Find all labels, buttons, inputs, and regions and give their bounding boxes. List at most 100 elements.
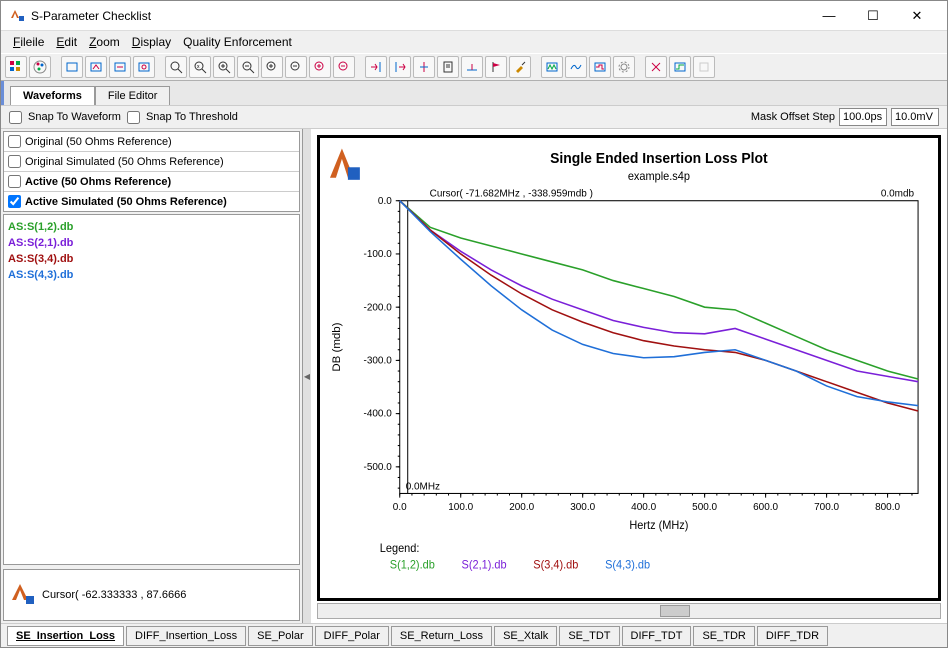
tool-brush-icon[interactable] [509,56,531,78]
tool-grid-icon[interactable] [5,56,27,78]
tool-zoom-in-icon[interactable] [213,56,235,78]
tool-step-icon[interactable] [669,56,691,78]
snap-threshold-label: Snap To Threshold [146,111,238,123]
tool-zoom-out2-icon[interactable] [285,56,307,78]
btab-se-xtalk[interactable]: SE_Xtalk [494,626,557,646]
svg-text:-100.0: -100.0 [364,249,393,260]
menu-edit-label: dit [64,35,77,49]
titlebar: S-Parameter Checklist — ☐ ✕ [1,1,947,31]
svg-text:Cursor( -71.682MHz , -338.959m: Cursor( -71.682MHz , -338.959mdb ) [430,188,593,199]
svg-text:DB (mdb): DB (mdb) [331,322,343,371]
splitter-handle[interactable]: ◀ [303,129,311,623]
app-icon [9,8,25,24]
menu-display-label: isplay [140,35,171,49]
ref-active-check[interactable] [8,175,21,188]
series-s12[interactable]: AS:S(1,2).db [8,219,295,235]
tool-flag-icon[interactable] [485,56,507,78]
mask-offset-label: Mask Offset Step [751,111,835,123]
ref-original-label: Original (50 Ohms Reference) [25,136,172,148]
ref-original-check[interactable] [8,135,21,148]
btab-diff-tdr[interactable]: DIFF_TDR [757,626,828,646]
mask-step-time[interactable] [839,108,887,126]
tool-arrow2-icon[interactable] [389,56,411,78]
svg-text:0.0: 0.0 [378,196,392,207]
btab-se-tdr[interactable]: SE_TDR [693,626,754,646]
btab-se-return-loss[interactable]: SE_Return_Loss [391,626,492,646]
ref-original[interactable]: Original (50 Ohms Reference) [4,132,299,152]
tool-anchor-icon[interactable] [461,56,483,78]
svg-text:100.0: 100.0 [448,502,473,513]
snap-threshold-checkbox[interactable] [127,111,140,124]
tool-blank-icon[interactable] [693,56,715,78]
tool-wave3-icon[interactable] [589,56,611,78]
tool-wave1-icon[interactable] [541,56,563,78]
snap-waveform-checkbox[interactable] [9,111,22,124]
btab-se-polar[interactable]: SE_Polar [248,626,312,646]
menu-edit[interactable]: Edit [50,33,83,51]
menu-display[interactable]: Display [126,33,177,51]
ref-original-sim[interactable]: Original Simulated (50 Ohms Reference) [4,152,299,172]
tool-wave2-icon[interactable] [565,56,587,78]
btab-se-insertion-loss[interactable]: SE_Insertion_Loss [7,626,124,646]
tool-pin1-icon[interactable] [413,56,435,78]
tool-zoom-in2-icon[interactable] [261,56,283,78]
ref-original-sim-check[interactable] [8,155,21,168]
tool-box3-icon[interactable] [109,56,131,78]
minimize-button[interactable]: — [807,2,851,30]
series-s43[interactable]: AS:S(4,3).db [8,267,295,283]
svg-text:S(3,4).db: S(3,4).db [533,560,578,572]
cursor-panel: Cursor( -62.333333 , 87.6666 [3,569,300,621]
ref-active[interactable]: Active (50 Ohms Reference) [4,172,299,192]
tool-box2-icon[interactable] [85,56,107,78]
menubar: Fileile Edit Zoom Display Quality Enforc… [1,31,947,53]
tool-gear-icon[interactable] [613,56,635,78]
ref-original-sim-label: Original Simulated (50 Ohms Reference) [25,156,224,168]
tab-file-editor[interactable]: File Editor [95,86,171,105]
series-s21[interactable]: AS:S(2,1).db [8,235,295,251]
svg-text:-500.0: -500.0 [364,462,393,473]
mask-step-volt[interactable] [891,108,939,126]
series-s34[interactable]: AS:S(3,4).db [8,251,295,267]
ref-active-sim-label: Active Simulated (50 Ohms Reference) [25,196,227,208]
ref-active-sim-check[interactable] [8,195,21,208]
btab-diff-insertion-loss[interactable]: DIFF_Insertion_Loss [126,626,246,646]
plot-canvas[interactable]: Single Ended Insertion Loss Plotexample.… [317,135,941,601]
btab-se-tdt[interactable]: SE_TDT [559,626,619,646]
maximize-button[interactable]: ☐ [851,2,895,30]
tool-arrow1-icon[interactable] [365,56,387,78]
close-button[interactable]: ✕ [895,2,939,30]
toolbar: x [1,53,947,81]
menu-zoom[interactable]: Zoom [83,33,126,51]
tool-zoom-in3-icon[interactable] [309,56,331,78]
plot-hscrollbar[interactable] [317,603,941,619]
tool-palette-icon[interactable] [29,56,51,78]
tool-zoom-x-icon[interactable]: x [189,56,211,78]
tool-box1-icon[interactable] [61,56,83,78]
btab-diff-tdt[interactable]: DIFF_TDT [622,626,692,646]
svg-text:S(4,3).db: S(4,3).db [605,560,650,572]
cursor-readout: Cursor( -62.333333 , 87.6666 [42,589,186,601]
btab-diff-polar[interactable]: DIFF_Polar [315,626,389,646]
svg-text:S(2,1).db: S(2,1).db [462,560,507,572]
svg-text:500.0: 500.0 [692,502,717,513]
scrollbar-thumb[interactable] [660,605,690,617]
plot-area: Single Ended Insertion Loss Plotexample.… [311,129,947,623]
menu-file[interactable]: Fileile [7,33,50,51]
menu-quality[interactable]: Quality Enforcement [177,33,298,51]
ref-active-sim[interactable]: Active Simulated (50 Ohms Reference) [4,192,299,211]
tool-doc-icon[interactable] [437,56,459,78]
tool-zoom-icon[interactable] [165,56,187,78]
svg-text:700.0: 700.0 [814,502,839,513]
window-title: S-Parameter Checklist [31,9,807,23]
svg-text:600.0: 600.0 [753,502,778,513]
svg-text:Single Ended Insertion Loss Pl: Single Ended Insertion Loss Plot [550,151,768,167]
tool-zoom-out3-icon[interactable] [333,56,355,78]
tab-waveforms[interactable]: Waveforms [10,86,95,105]
menu-file-label: ile [32,35,44,49]
tool-box4-icon[interactable] [133,56,155,78]
series-panel: AS:S(1,2).db AS:S(2,1).db AS:S(3,4).db A… [3,214,300,565]
tool-zoom-out-icon[interactable] [237,56,259,78]
svg-text:800.0: 800.0 [875,502,900,513]
tool-delete-icon[interactable] [645,56,667,78]
sidebar: Original (50 Ohms Reference) Original Si… [1,129,303,623]
